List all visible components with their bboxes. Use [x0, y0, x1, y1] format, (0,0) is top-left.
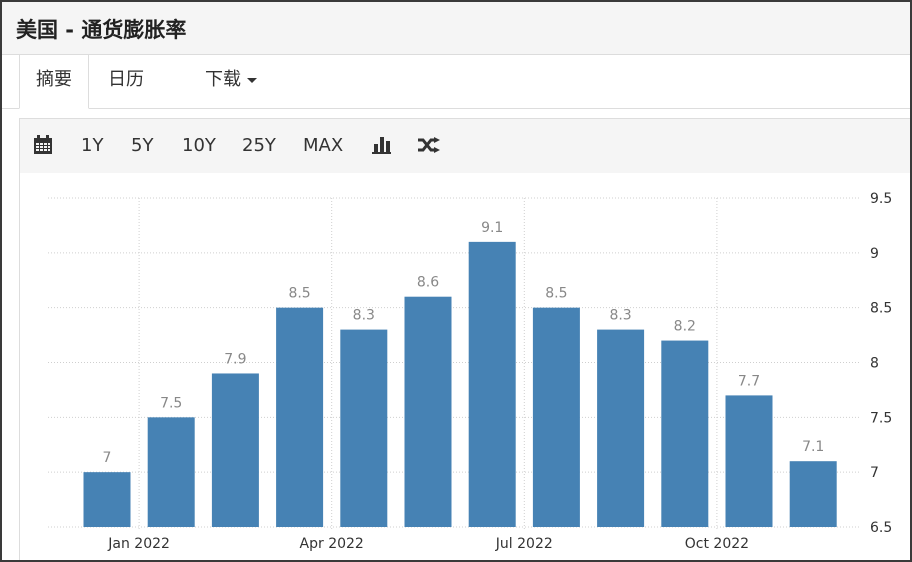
data-label: 8.5 [288, 286, 310, 302]
x-tick-label: Jan 2022 [107, 536, 170, 552]
y-tick-label: 7.5 [870, 410, 892, 426]
inflation-widget: 美国 - 通货膨胀率 摘要 日历 下载 1Y 5Y 10Y 25Y MAX 6.… [0, 0, 912, 562]
bar [597, 329, 645, 527]
range-1y-button[interactable]: 1Y [81, 119, 103, 173]
bar [532, 307, 580, 527]
y-tick-label: 8.5 [870, 301, 892, 317]
bar [211, 373, 259, 527]
bar [83, 472, 131, 527]
tab-calendar[interactable]: 日历 [108, 55, 144, 108]
y-tick-label: 9 [870, 246, 879, 262]
bar [789, 461, 837, 527]
data-label: 8.3 [609, 308, 631, 324]
data-label: 7.5 [160, 395, 182, 411]
chart-area: 6.5 7 7.5 8 8.5 9 9.5 Jan 2022 Apr 2022 Jul 2022 O… [19, 173, 910, 560]
inflation-bar-chart: 6.5 7 7.5 8 8.5 9 9.5 Jan 2022 Apr 2022 Jul 2022 O… [48, 191, 892, 552]
bar [340, 329, 388, 527]
data-label: 8.3 [353, 308, 375, 324]
bar [661, 340, 709, 527]
bar [725, 395, 773, 527]
shuffle-icon[interactable] [418, 137, 440, 157]
data-label: 7 [103, 450, 112, 466]
range-10y-button[interactable]: 10Y [182, 119, 216, 173]
bar-chart-icon[interactable] [372, 136, 391, 158]
bar [404, 296, 452, 527]
data-label: 9.1 [481, 220, 503, 236]
data-label: 8.2 [674, 319, 696, 335]
chart-toolbar: 1Y 5Y 10Y 25Y MAX [19, 118, 910, 174]
x-tick-label: Jul 2022 [495, 536, 553, 552]
data-label: 7.7 [738, 373, 760, 389]
y-tick-label: 6.5 [870, 520, 892, 536]
y-tick-label: 9.5 [870, 191, 892, 207]
bar [468, 241, 516, 527]
tab-download[interactable]: 下载 [205, 55, 257, 108]
data-label: 8.5 [545, 286, 567, 302]
data-label: 8.6 [417, 275, 439, 291]
tab-bar: 摘要 日历 下载 [2, 55, 910, 109]
calendar-icon[interactable] [34, 135, 52, 158]
data-label: 7.1 [802, 439, 824, 455]
page-title: 美国 - 通货膨胀率 [16, 18, 187, 42]
range-25y-button[interactable]: 25Y [242, 119, 276, 173]
y-tick-label: 7 [870, 465, 879, 481]
widget-header: 美国 - 通货膨胀率 [2, 2, 910, 55]
x-tick-label: Oct 2022 [685, 536, 749, 552]
bar [276, 307, 324, 527]
x-tick-label: Apr 2022 [300, 536, 364, 552]
y-tick-label: 8 [870, 356, 879, 372]
tab-download-label: 下载 [205, 69, 241, 90]
tab-summary[interactable]: 摘要 [19, 55, 89, 109]
bar [147, 417, 195, 527]
range-5y-button[interactable]: 5Y [131, 119, 153, 173]
range-max-button[interactable]: MAX [303, 119, 343, 173]
data-label: 7.9 [224, 351, 246, 367]
caret-down-icon [247, 77, 257, 83]
